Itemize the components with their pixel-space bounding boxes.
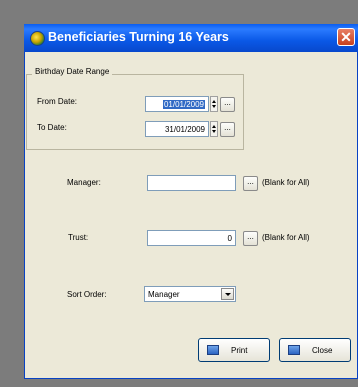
close-button-label: Close <box>312 346 333 355</box>
from-date-value: 01/01/2009 <box>162 100 205 109</box>
from-date-spinner[interactable] <box>210 96 218 112</box>
window-title: Beneficiaries Turning 16 Years <box>48 30 229 44</box>
trust-value: 0 <box>227 234 232 243</box>
print-button-label: Print <box>231 346 248 355</box>
sort-order-value: Manager <box>148 290 180 299</box>
sort-order-select[interactable]: Manager <box>144 286 236 302</box>
trust-hint: (Blank for All) <box>262 233 310 242</box>
spin-down-icon[interactable] <box>212 130 216 133</box>
spin-up-icon[interactable] <box>212 125 216 128</box>
print-icon <box>207 345 219 355</box>
app-icon <box>30 31 45 46</box>
from-date-picker-button[interactable]: ... <box>220 97 235 112</box>
trust-lookup-button[interactable]: ... <box>243 231 258 246</box>
from-date-field[interactable]: 01/01/2009 <box>145 96 209 112</box>
trust-field[interactable]: 0 <box>147 230 236 246</box>
title-bar: Beneficiaries Turning 16 Years ✕ <box>24 24 358 52</box>
from-date-label: From Date: <box>37 97 78 106</box>
manager-field[interactable] <box>147 175 236 191</box>
to-date-label: To Date: <box>37 123 67 132</box>
manager-lookup-button[interactable]: ... <box>243 176 258 191</box>
birthday-date-range-label: Birthday Date Range <box>32 67 113 76</box>
spin-up-icon[interactable] <box>212 100 216 103</box>
close-window-button[interactable]: ✕ <box>337 28 355 46</box>
close-icon <box>288 345 300 355</box>
trust-label: Trust: <box>68 233 89 242</box>
to-date-value: 31/01/2009 <box>164 125 205 134</box>
spin-down-icon[interactable] <box>212 105 216 108</box>
sort-order-label: Sort Order: <box>67 290 107 299</box>
birthday-date-range-group <box>26 74 244 150</box>
to-date-spinner[interactable] <box>210 121 218 137</box>
close-button[interactable]: Close <box>279 338 351 362</box>
manager-hint: (Blank for All) <box>262 178 310 187</box>
print-button[interactable]: Print <box>198 338 270 362</box>
to-date-field[interactable]: 31/01/2009 <box>145 121 209 137</box>
to-date-picker-button[interactable]: ... <box>220 122 235 137</box>
chevron-down-icon[interactable] <box>221 288 234 300</box>
manager-label: Manager: <box>67 178 101 187</box>
